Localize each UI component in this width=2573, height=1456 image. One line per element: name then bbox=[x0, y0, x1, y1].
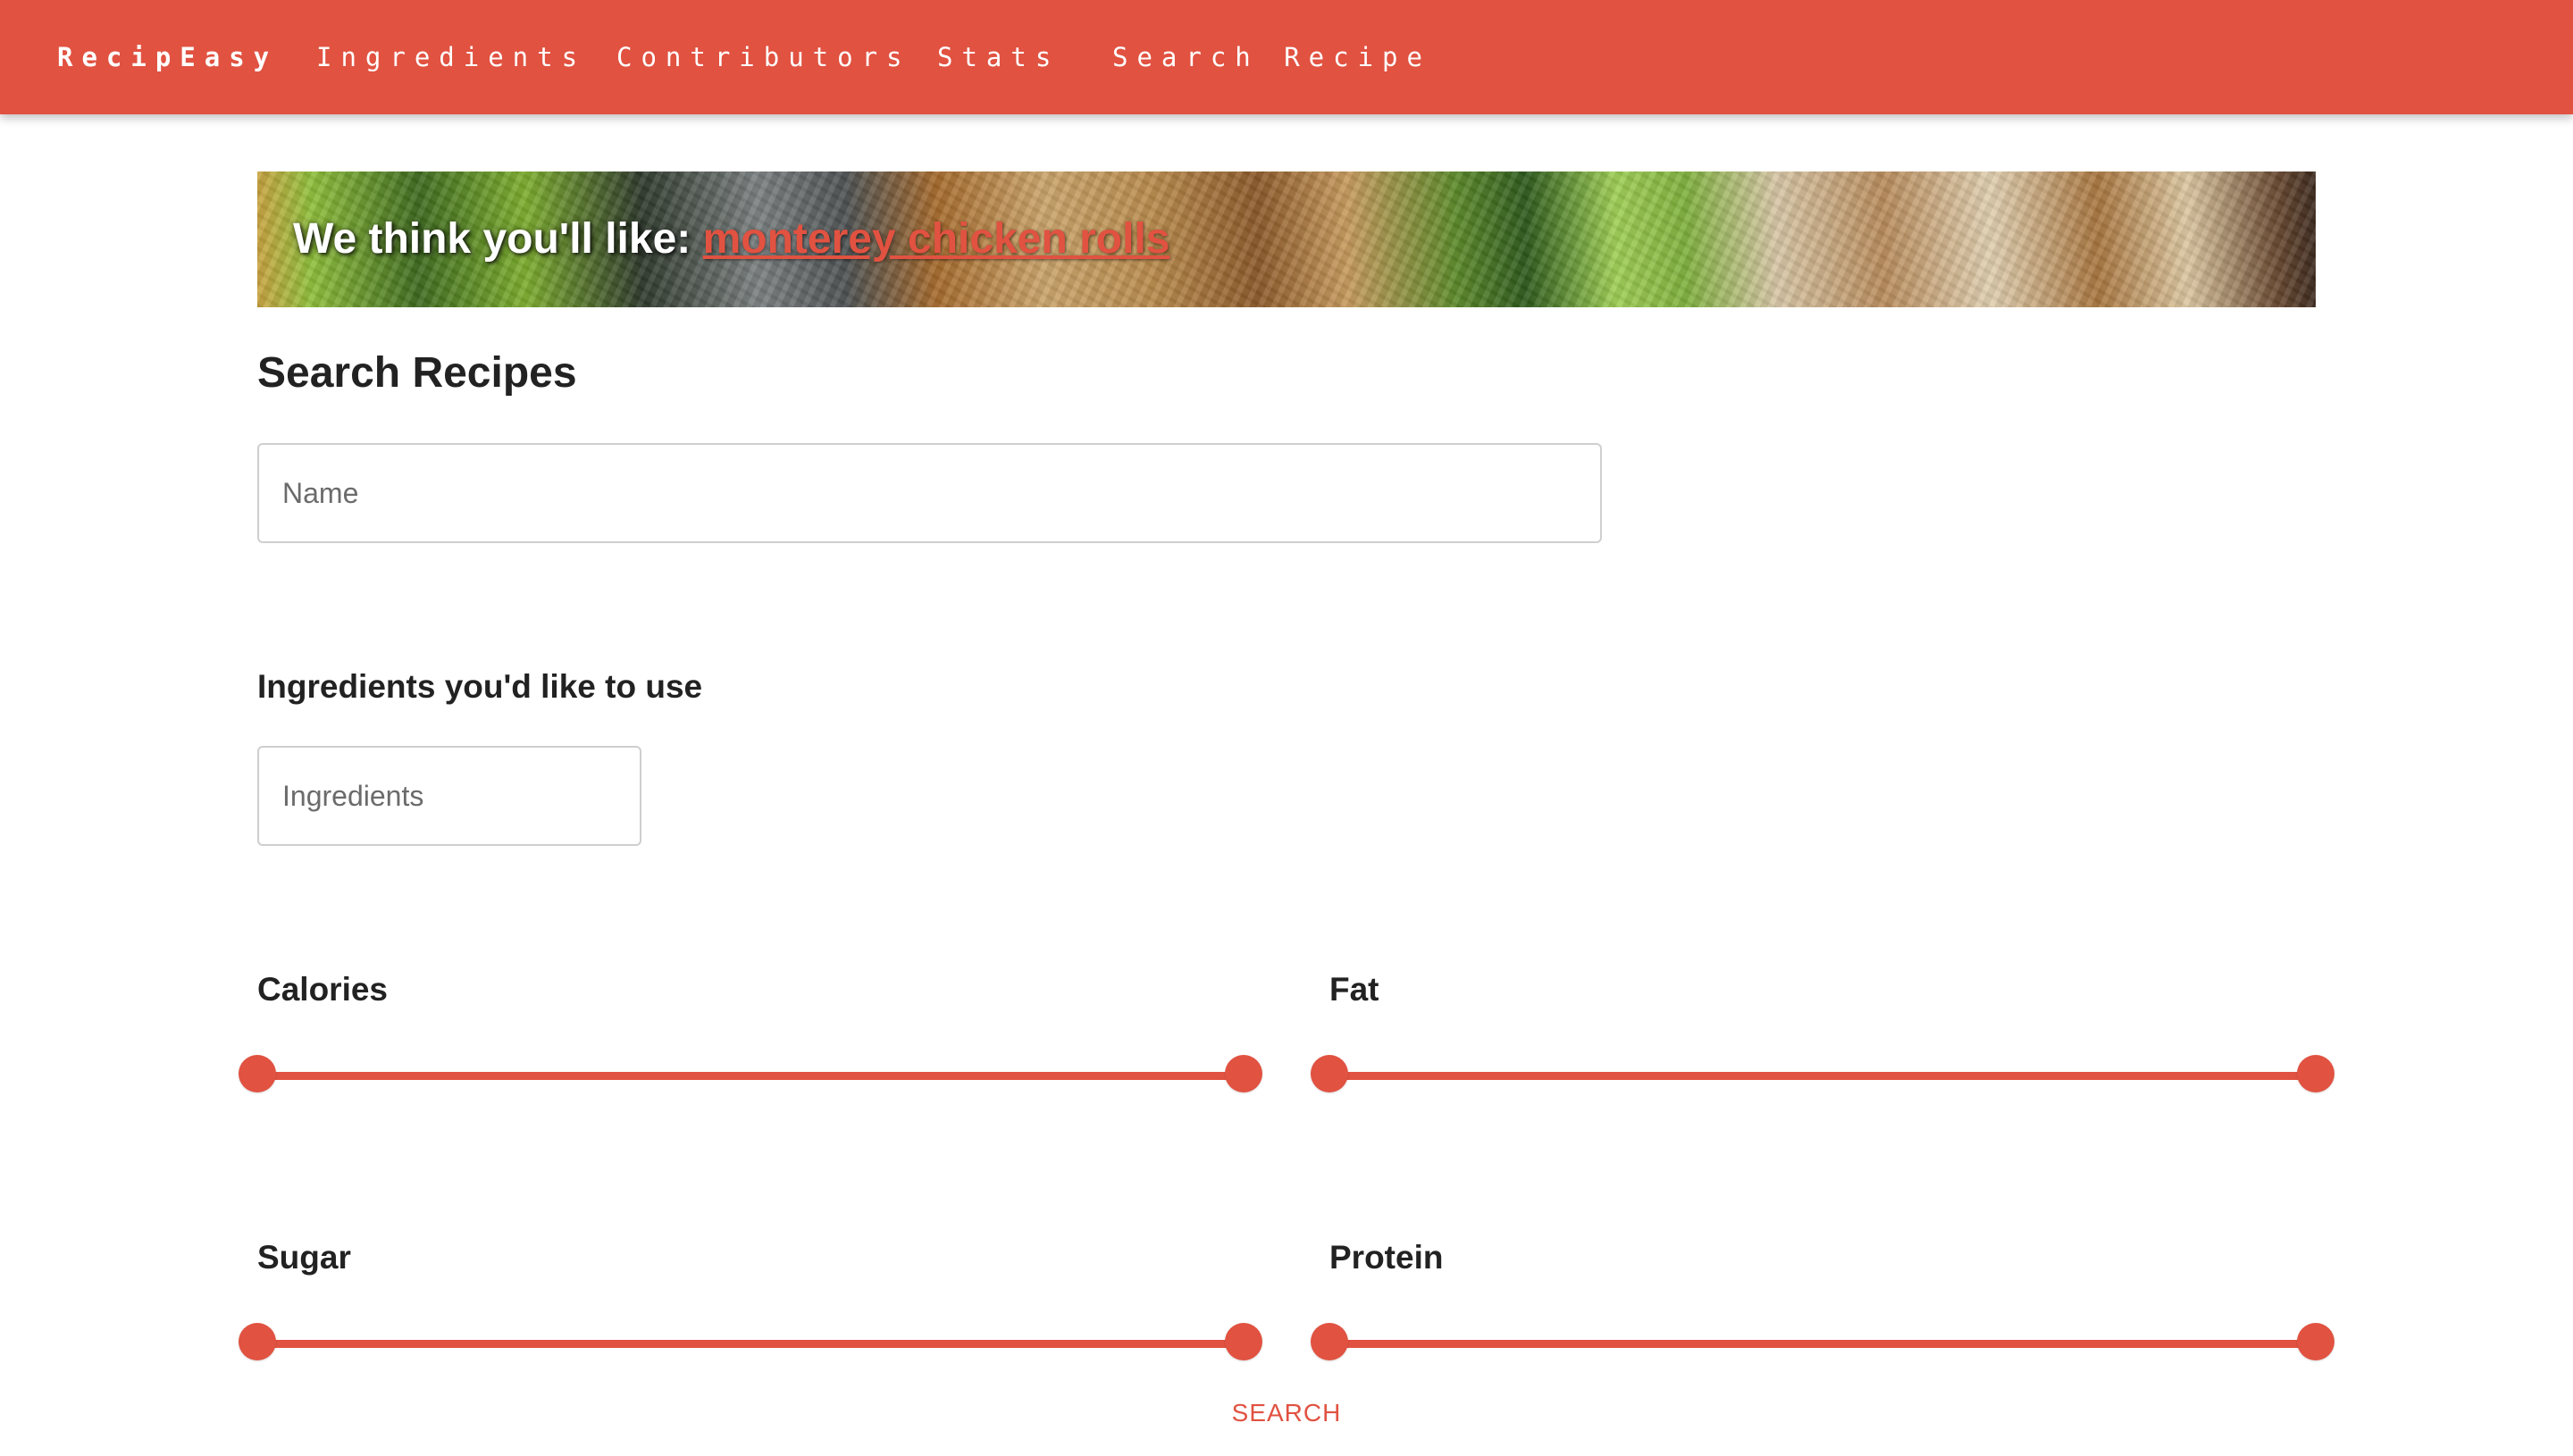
recommendation-prefix: We think you'll like: bbox=[293, 215, 703, 263]
protein-range-slider[interactable] bbox=[1311, 1323, 2334, 1364]
sugar-range-slider[interactable] bbox=[239, 1323, 1262, 1364]
slider-max-handle[interactable] bbox=[1225, 1055, 1262, 1092]
sugar-label: Sugar bbox=[257, 1239, 351, 1276]
top-navbar: RecipEasy Ingredients Contributors Stats… bbox=[0, 0, 2573, 114]
slider-min-handle[interactable] bbox=[239, 1055, 276, 1092]
nav-link-stats[interactable]: Stats bbox=[937, 0, 1060, 114]
slider-track bbox=[1329, 1072, 2316, 1080]
recommendation-banner: We think you'll like: monterey chicken r… bbox=[257, 172, 2316, 307]
calories-range-slider[interactable] bbox=[239, 1055, 1262, 1096]
page-title: Search Recipes bbox=[257, 349, 577, 397]
slider-track bbox=[257, 1072, 1244, 1080]
ingredients-input[interactable] bbox=[257, 746, 641, 846]
recipe-name-input[interactable] bbox=[257, 443, 1602, 543]
slider-max-handle[interactable] bbox=[1225, 1323, 1262, 1360]
fat-label: Fat bbox=[1329, 971, 1379, 1008]
nav-link-search-recipe[interactable]: Search Recipe bbox=[1112, 0, 1431, 114]
recommended-recipe-link[interactable]: monterey chicken rolls bbox=[703, 215, 1170, 263]
nav-link-contributors[interactable]: Contributors bbox=[616, 0, 911, 114]
fat-range-slider[interactable] bbox=[1311, 1055, 2334, 1096]
brand-logo-link[interactable]: RecipEasy bbox=[57, 0, 278, 114]
calories-label: Calories bbox=[257, 971, 389, 1008]
slider-max-handle[interactable] bbox=[2297, 1323, 2334, 1360]
recommendation-text: We think you'll like: monterey chicken r… bbox=[293, 172, 1169, 307]
protein-label: Protein bbox=[1329, 1239, 1444, 1276]
slider-min-handle[interactable] bbox=[1311, 1055, 1348, 1092]
slider-track bbox=[1329, 1340, 2316, 1348]
slider-track bbox=[257, 1340, 1244, 1348]
slider-min-handle[interactable] bbox=[1311, 1323, 1348, 1360]
ingredients-section-label: Ingredients you'd like to use bbox=[257, 668, 703, 705]
nav-link-ingredients[interactable]: Ingredients bbox=[316, 0, 586, 114]
slider-min-handle[interactable] bbox=[239, 1323, 276, 1360]
search-button[interactable]: SEARCH bbox=[1197, 1393, 1376, 1433]
slider-max-handle[interactable] bbox=[2297, 1055, 2334, 1092]
